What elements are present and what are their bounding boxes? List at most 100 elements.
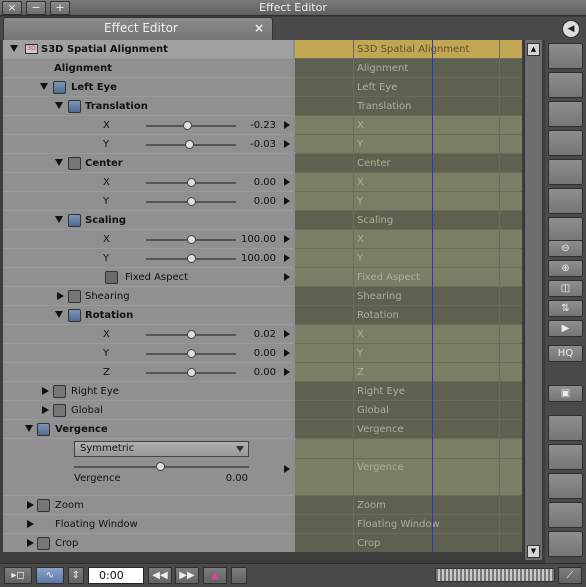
vertical-scrollbar[interactable]: ▲ ▼: [524, 40, 542, 560]
cursor-icon[interactable]: ⇕: [68, 567, 84, 584]
param-value[interactable]: -0.23: [216, 116, 276, 135]
keyframe-arrow-icon[interactable]: [284, 235, 290, 243]
param-value[interactable]: 0.00: [216, 363, 276, 382]
graph-view-icon[interactable]: ⟋: [558, 567, 582, 584]
collapse-triangle-icon[interactable]: [55, 216, 63, 223]
fixed-aspect-checkbox[interactable]: [105, 271, 118, 284]
param-slider-knob[interactable]: [187, 349, 196, 358]
group-row-crop[interactable]: Crop Crop: [3, 534, 522, 552]
tool-button-3[interactable]: [548, 101, 583, 127]
param-slider-knob[interactable]: [187, 330, 196, 339]
monitor-icon[interactable]: ▣: [548, 385, 583, 402]
graph-toggle-icon[interactable]: ∿: [36, 567, 64, 584]
shearing-checkbox[interactable]: [68, 290, 81, 303]
param-slider-knob[interactable]: [187, 368, 196, 377]
group-row-left-eye[interactable]: Left Eye Left Eye: [3, 78, 522, 97]
keyframe-arrow-icon[interactable]: [284, 121, 290, 129]
expand-triangle-icon[interactable]: [42, 406, 49, 414]
global-checkbox[interactable]: [53, 404, 66, 417]
group-row-right-eye[interactable]: Right Eye Right Eye: [3, 382, 522, 401]
tool-button-2[interactable]: [548, 72, 583, 98]
group-row-global[interactable]: Global Global: [3, 401, 522, 420]
vergence-mode-select[interactable]: Symmetric: [74, 441, 249, 457]
param-slider-knob[interactable]: [187, 254, 196, 263]
option-checkbox[interactable]: [231, 567, 247, 584]
right-eye-checkbox[interactable]: [53, 385, 66, 398]
crop-checkbox[interactable]: [37, 537, 50, 550]
scroll-down-icon[interactable]: ▼: [527, 545, 540, 558]
group-row-zoom[interactable]: Zoom Zoom: [3, 496, 522, 515]
hq-button[interactable]: HQ: [548, 345, 583, 362]
param-slider-knob[interactable]: [156, 462, 165, 471]
param-value[interactable]: 0.00: [216, 344, 276, 363]
expand-triangle-icon[interactable]: [42, 387, 49, 395]
keyframe-arrow-icon[interactable]: [284, 273, 290, 281]
keyframe-arrow-icon[interactable]: [284, 465, 290, 473]
tool-button-4[interactable]: [548, 130, 583, 156]
tab-menu-icon[interactable]: ◀: [562, 20, 580, 38]
group-row-alignment[interactable]: Alignment Alignment: [3, 59, 522, 78]
rotation-checkbox[interactable]: [68, 309, 81, 322]
collapse-triangle-icon[interactable]: [10, 45, 18, 52]
keyframe-arrow-icon[interactable]: [284, 197, 290, 205]
tool-button-6[interactable]: [548, 188, 583, 214]
keyframe-arrow-icon[interactable]: [284, 254, 290, 262]
param-value[interactable]: 100.00: [216, 249, 276, 268]
swap-icon[interactable]: ⇅: [548, 300, 583, 317]
param-slider-knob[interactable]: [187, 197, 196, 206]
tool-button-12[interactable]: [548, 531, 583, 557]
keyframe-arrow-icon[interactable]: [284, 368, 290, 376]
collapse-triangle-icon[interactable]: [40, 83, 48, 90]
collapse-triangle-icon[interactable]: [55, 159, 63, 166]
keyframe-arrow-icon[interactable]: [284, 330, 290, 338]
effect-row[interactable]: 3D S3D Spatial Alignment S3D Spatial Ali…: [3, 40, 522, 59]
tool-button-11[interactable]: [548, 502, 583, 528]
param-value[interactable]: 0.00: [216, 192, 276, 211]
tab-effect-editor[interactable]: Effect Editor ×: [3, 17, 273, 40]
param-slider-knob[interactable]: [187, 178, 196, 187]
group-row-shearing[interactable]: Shearing Shearing: [3, 287, 522, 306]
tool-button-8[interactable]: [548, 415, 583, 441]
param-slider-knob[interactable]: [187, 235, 196, 244]
param-value[interactable]: 0.00: [216, 173, 276, 192]
vergence-checkbox[interactable]: [37, 423, 50, 436]
group-row-scaling[interactable]: Scaling Scaling: [3, 211, 522, 230]
expand-triangle-icon[interactable]: [27, 520, 34, 528]
tool-button-5[interactable]: [548, 159, 583, 185]
group-row-translation[interactable]: Translation Translation: [3, 97, 522, 116]
left-eye-checkbox[interactable]: [53, 81, 66, 94]
tool-button-1[interactable]: [548, 43, 583, 69]
group-row-vergence[interactable]: Vergence Vergence: [3, 420, 522, 439]
zoom-scrollbar[interactable]: [435, 568, 555, 582]
param-slider-knob[interactable]: [185, 140, 194, 149]
scaling-checkbox[interactable]: [68, 214, 81, 227]
zoom-checkbox[interactable]: [37, 499, 50, 512]
keyframe-add-icon[interactable]: ▲: [203, 567, 227, 584]
tab-close-icon[interactable]: ×: [254, 18, 264, 39]
param-value[interactable]: 100.00: [216, 230, 276, 249]
tool-button-10[interactable]: [548, 473, 583, 499]
expand-triangle-icon[interactable]: [27, 539, 34, 547]
collapse-triangle-icon[interactable]: [25, 425, 33, 432]
keyframe-arrow-icon[interactable]: [284, 178, 290, 186]
zoom-in-icon[interactable]: ⊕: [548, 260, 583, 277]
keyframe-arrow-icon[interactable]: [284, 349, 290, 357]
position-indicator[interactable]: [432, 40, 433, 552]
timecode-field[interactable]: 0:00: [88, 567, 144, 584]
param-value[interactable]: -0.03: [216, 135, 276, 154]
group-row-center[interactable]: Center Center: [3, 154, 522, 173]
expand-triangle-icon[interactable]: [57, 292, 64, 300]
collapse-triangle-icon[interactable]: [55, 102, 63, 109]
play-icon[interactable]: ▶: [548, 320, 583, 337]
render-icon[interactable]: ▸◻: [4, 567, 32, 584]
group-row-rotation[interactable]: Rotation Rotation: [3, 306, 522, 325]
param-value[interactable]: 0.00: [188, 469, 248, 488]
translation-checkbox[interactable]: [68, 100, 81, 113]
zoom-out-icon[interactable]: ⊖: [548, 240, 583, 257]
scroll-up-icon[interactable]: ▲: [527, 43, 540, 56]
collapse-triangle-icon[interactable]: [55, 311, 63, 318]
param-value[interactable]: 0.02: [216, 325, 276, 344]
fast-forward-icon[interactable]: ▶▶: [175, 567, 199, 584]
group-row-floating-window[interactable]: Floating Window Floating Window: [3, 515, 522, 534]
center-checkbox[interactable]: [68, 157, 81, 170]
